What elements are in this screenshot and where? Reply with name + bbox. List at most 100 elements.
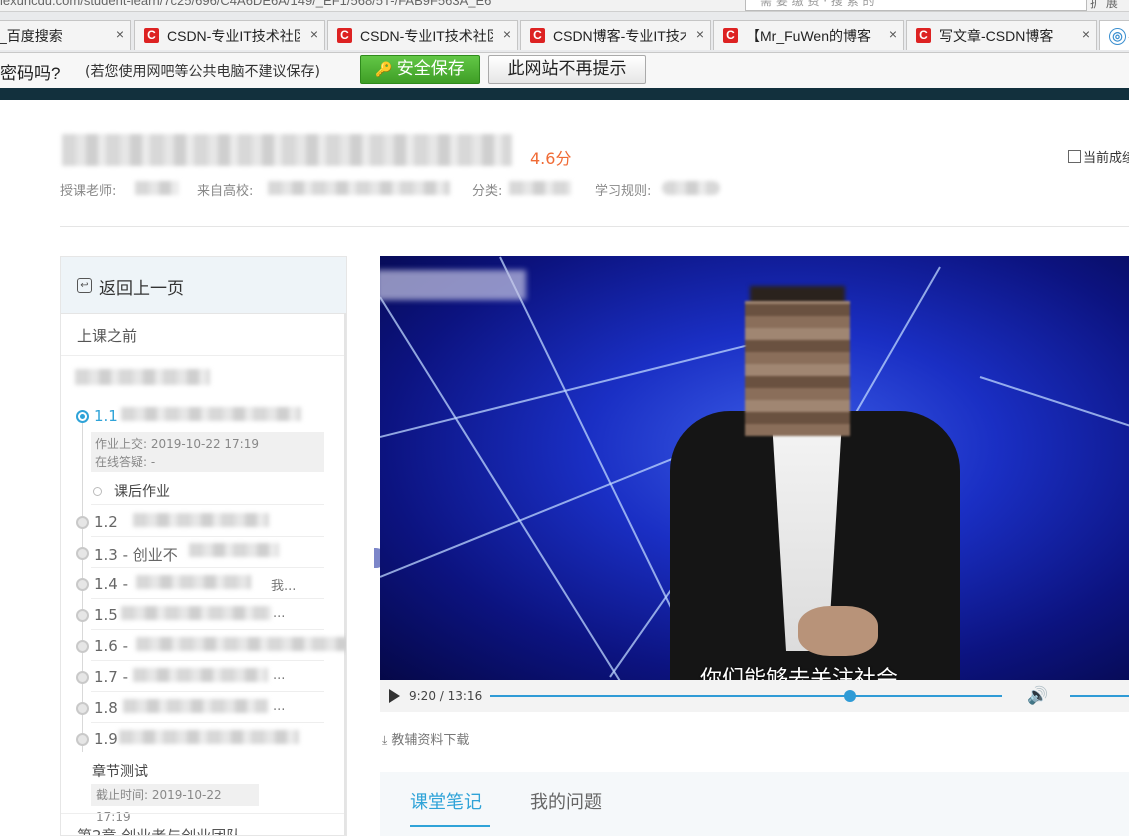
tab-csdn-1[interactable]: C CSDN-专业IT技术社区 × [134, 20, 325, 50]
video-watermark-redacted [380, 270, 526, 300]
homework-submit-time: 作业上交: 2019-10-22 17:19 [95, 437, 259, 451]
video-progress-bar[interactable] [490, 690, 1002, 702]
category-label: 分类: [472, 184, 503, 199]
tab-baidu[interactable]: _百度搜索 × [0, 20, 131, 50]
lesson-1-9[interactable]: 1.9 [94, 730, 118, 748]
course-rating: 4.6分 [530, 149, 572, 168]
lesson-title-tail: ... [273, 699, 286, 714]
lesson-title-redacted [119, 730, 299, 744]
extension-button[interactable]: 扩 展 [1090, 0, 1118, 11]
password-note: (若您使用网吧等公共电脑不建议保存) [85, 64, 320, 80]
current-score-label: 当前成绩 [1083, 151, 1129, 166]
lesson-node [76, 702, 89, 715]
presenter-face-pixelated [745, 301, 850, 436]
close-icon[interactable]: × [310, 26, 318, 42]
csdn-icon: C [723, 28, 738, 43]
csdn-icon: C [337, 28, 352, 43]
chapter-sidebar: ↩ 返回上一页 上课之前 1.1 作业上交: 2019-10-22 17:19 … [60, 256, 347, 836]
divider [91, 691, 324, 692]
lesson-node [76, 578, 89, 591]
tab-csdn-2[interactable]: C CSDN-专业IT技术社区 × [327, 20, 518, 50]
lesson-title-redacted [121, 407, 301, 421]
lesson-title-redacted [136, 575, 251, 589]
download-materials-link[interactable]: ⤓ 教辅资料下载 [382, 729, 469, 748]
chapter-2-title[interactable]: 第2章 创业者与创业团队 [77, 825, 241, 835]
download-icon: ⤓ [382, 733, 388, 747]
address-bar[interactable]: lexuncdu.com/student-learn/7c25/696/C4A6… [0, 0, 1129, 12]
browser-search-box[interactable]: 需 要 缴 费 · 搜 索 的 [745, 0, 1087, 11]
study-rules-redacted[interactable] [662, 181, 720, 195]
homework-item[interactable]: 课后作业 [114, 481, 170, 501]
download-label: 教辅资料下载 [391, 733, 470, 748]
lesson-title-redacted [133, 668, 268, 682]
lesson-title-redacted [133, 513, 269, 527]
divider [91, 660, 324, 661]
presenter-hand [798, 606, 878, 656]
tab-class-notes[interactable]: 课堂笔记 [410, 788, 482, 814]
homework-dot-icon [93, 487, 102, 496]
category-redacted [509, 181, 571, 195]
chapter1-title-redacted [75, 369, 210, 385]
tab-label: CSDN-专业IT技术社区 [360, 28, 493, 44]
before-class-item[interactable]: 上课之前 [77, 325, 137, 346]
bar-chart-icon [1068, 150, 1081, 163]
divider [61, 355, 346, 356]
csdn-icon: C [530, 28, 545, 43]
safe-save-button[interactable]: 🔑 安全保存 [360, 55, 480, 84]
tab-label: _百度搜索 [0, 28, 63, 44]
url-text[interactable]: lexuncdu.com/student-learn/7c25/696/C4A6… [0, 0, 491, 8]
tab-my-questions[interactable]: 我的问题 [530, 788, 602, 814]
divider [61, 813, 344, 814]
divider [91, 722, 324, 723]
back-button-label[interactable]: 返回上一页 [99, 274, 184, 299]
lesson-1-1[interactable]: 1.1 [94, 407, 118, 425]
key-icon: 🔑 [375, 62, 393, 78]
video-light-ray [380, 441, 715, 578]
close-icon[interactable]: × [1082, 26, 1090, 42]
video-controls: 9:20 / 13:16 🔊 [380, 680, 1129, 712]
lesson-1-7[interactable]: 1.7 - [94, 668, 128, 686]
lesson-title-tail: ... [273, 668, 286, 683]
lesson-1-5[interactable]: 1.5 [94, 606, 118, 624]
tab-mr-fuwen[interactable]: C 【Mr_FuWen的博客 × [713, 20, 904, 50]
volume-slider[interactable] [1070, 695, 1129, 697]
lesson-1-4[interactable]: 1.4 - [94, 575, 128, 593]
lesson-1-6[interactable]: 1.6 - [94, 637, 128, 655]
back-icon: ↩ [77, 278, 92, 293]
lesson-1-3[interactable]: 1.3 - 创业不 [94, 544, 178, 565]
never-prompt-button[interactable]: 此网站不再提示 [488, 55, 646, 84]
close-icon[interactable]: × [889, 26, 897, 42]
site-icon: ◎ [1109, 28, 1126, 45]
tab-label: CSDN-专业IT技术社区 [167, 28, 300, 44]
video-time: 9:20 / 13:16 [409, 689, 483, 703]
tab-write-article[interactable]: C 写文章-CSDN博客 × [906, 20, 1097, 50]
lesson-title-tail: 我... [271, 579, 297, 594]
close-icon[interactable]: × [696, 26, 704, 42]
sidebar-scrollbar[interactable] [344, 313, 346, 835]
video-progress-knob[interactable] [843, 690, 856, 702]
school-label: 来自高校: [197, 184, 254, 199]
video-player[interactable]: 你们能够去关注社会 [380, 256, 1129, 680]
csdn-icon: C [916, 28, 931, 43]
chapter-test-deadline: 截止时间: 2019-10-22 17:19 [91, 784, 259, 824]
divider [91, 504, 324, 505]
chapter-test-item[interactable]: 章节测试 [92, 761, 148, 781]
volume-icon[interactable]: 🔊 [1027, 686, 1048, 706]
close-icon[interactable]: × [116, 26, 124, 42]
divider [91, 598, 324, 599]
tab-csdn-blog[interactable]: C CSDN博客-专业IT技术 × [520, 20, 711, 50]
lesson-title-tail: ... [273, 606, 286, 621]
current-score-link[interactable]: 当前成绩 [1068, 147, 1129, 166]
password-question: 密码吗? [0, 64, 61, 83]
sidebar-header[interactable]: ↩ 返回上一页 [61, 257, 346, 314]
active-tab-underline [410, 825, 490, 827]
play-icon[interactable] [389, 689, 400, 703]
study-rules-label: 学习规则: [595, 184, 652, 199]
tab-current[interactable]: ◎ 学 [1099, 20, 1129, 50]
lesson-1-8[interactable]: 1.8 [94, 699, 118, 717]
tab-strip: _百度搜索 × C CSDN-专业IT技术社区 × C CSDN-专业IT技术社… [0, 12, 1129, 53]
close-icon[interactable]: × [503, 26, 511, 42]
lesson-1-2[interactable]: 1.2 [94, 513, 118, 531]
teacher-label: 授课老师: [60, 184, 117, 199]
header-divider [60, 226, 1129, 227]
